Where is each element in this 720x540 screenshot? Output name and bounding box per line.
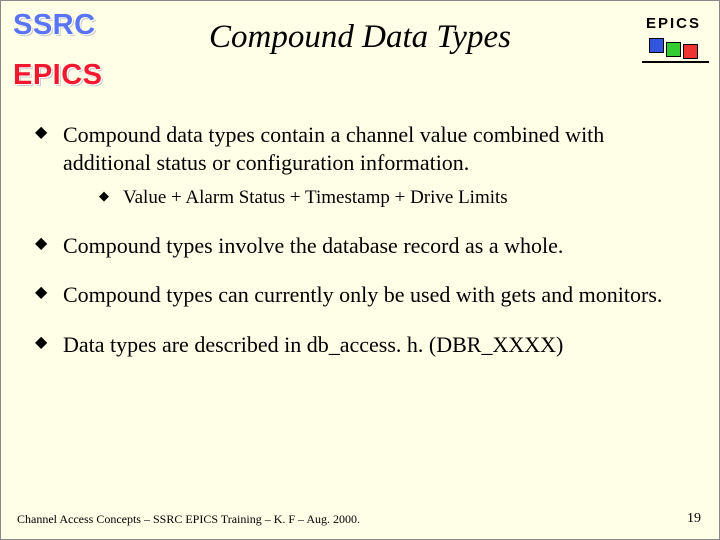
epics-logo-right: EPICS xyxy=(646,15,701,51)
bullet-text: Compound data types contain a channel va… xyxy=(63,122,604,175)
epics-logo-line xyxy=(642,61,709,63)
page-number: 19 xyxy=(687,511,701,527)
bullet-text: Compound types can currently only be use… xyxy=(63,282,662,307)
epics-square-blue xyxy=(649,38,664,53)
sub-bullet-text: Value + Alarm Status + Timestamp + Drive… xyxy=(123,187,508,208)
slide-title: Compound Data Types xyxy=(1,19,719,56)
bullet-item: Compound types involve the database reco… xyxy=(35,232,689,260)
epics-logo-left: EPICS xyxy=(13,59,103,92)
bullet-item: Compound data types contain a channel va… xyxy=(35,121,689,210)
sub-bullet-list: Value + Alarm Status + Timestamp + Drive… xyxy=(99,186,689,210)
bullet-text: Compound types involve the database reco… xyxy=(63,233,563,258)
epics-square-green xyxy=(666,42,681,57)
bullet-item: Compound types can currently only be use… xyxy=(35,281,689,309)
content-area: Compound data types contain a channel va… xyxy=(35,121,689,380)
bullet-text: Data types are described in db_access. h… xyxy=(63,332,563,357)
bullet-item: Data types are described in db_access. h… xyxy=(35,331,689,359)
epics-logo-squares xyxy=(646,36,701,51)
epics-square-red xyxy=(683,44,698,59)
sub-bullet-item: Value + Alarm Status + Timestamp + Drive… xyxy=(99,186,689,210)
footer-text: Channel Access Concepts – SSRC EPICS Tra… xyxy=(17,512,360,527)
slide: SSRC EPICS Compound Data Types EPICS Com… xyxy=(0,0,720,540)
bullet-list: Compound data types contain a channel va… xyxy=(35,121,689,358)
epics-right-label: EPICS xyxy=(646,15,701,32)
